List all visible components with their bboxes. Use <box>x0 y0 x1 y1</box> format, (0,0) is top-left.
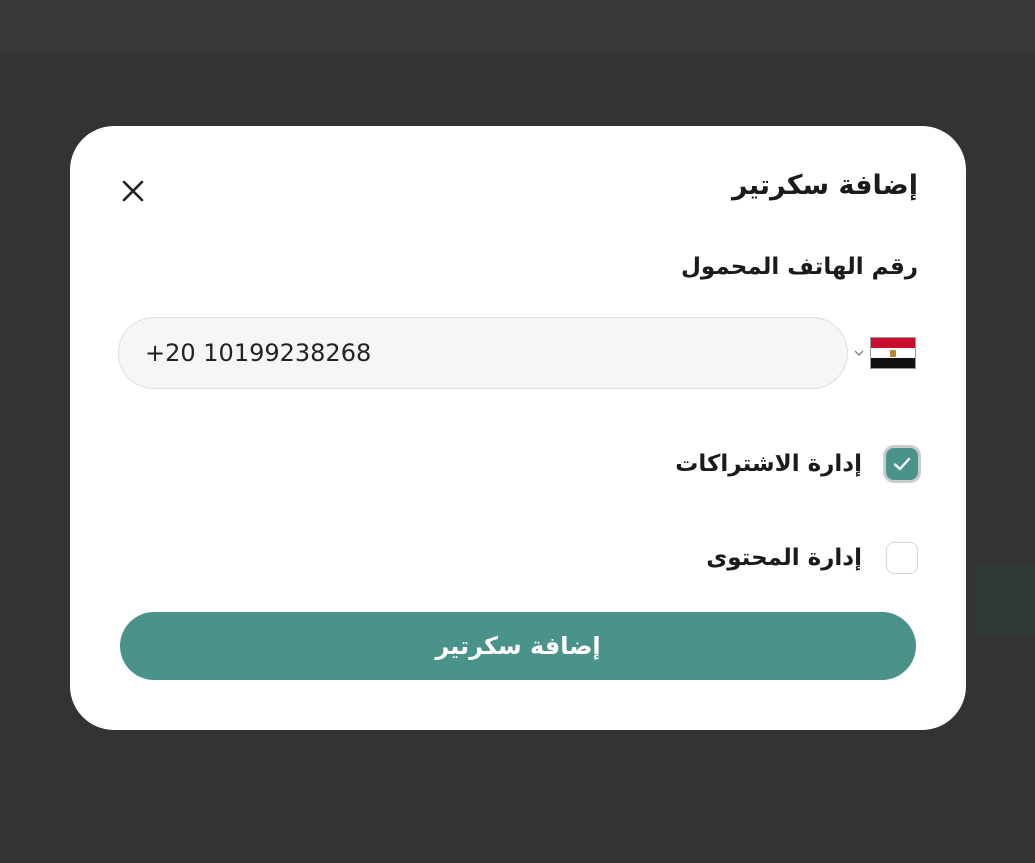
add-secretary-dialog: إضافة سكرتير رقم الهاتف المحمول إدارة ال… <box>70 126 966 730</box>
permission-content[interactable]: إدارة المحتوى <box>706 538 918 578</box>
close-icon <box>122 180 144 202</box>
dialog-title: إضافة سكرتير <box>732 170 918 201</box>
phone-input[interactable] <box>118 317 848 389</box>
close-button[interactable] <box>116 174 150 208</box>
add-secretary-button[interactable]: إضافة سكرتير <box>120 612 916 680</box>
subscriptions-label: إدارة الاشتراكات <box>675 451 862 477</box>
chevron-down-icon <box>854 350 864 357</box>
background-element <box>975 565 1035 635</box>
country-select[interactable] <box>852 334 916 372</box>
egypt-flag-icon <box>870 337 916 369</box>
check-icon <box>893 457 911 471</box>
content-label: إدارة المحتوى <box>706 545 862 571</box>
subscriptions-checkbox[interactable] <box>886 448 918 480</box>
permission-subscriptions[interactable]: إدارة الاشتراكات <box>675 444 918 484</box>
background-header <box>0 0 1035 52</box>
content-checkbox[interactable] <box>886 542 918 574</box>
phone-label: رقم الهاتف المحمول <box>680 254 918 280</box>
